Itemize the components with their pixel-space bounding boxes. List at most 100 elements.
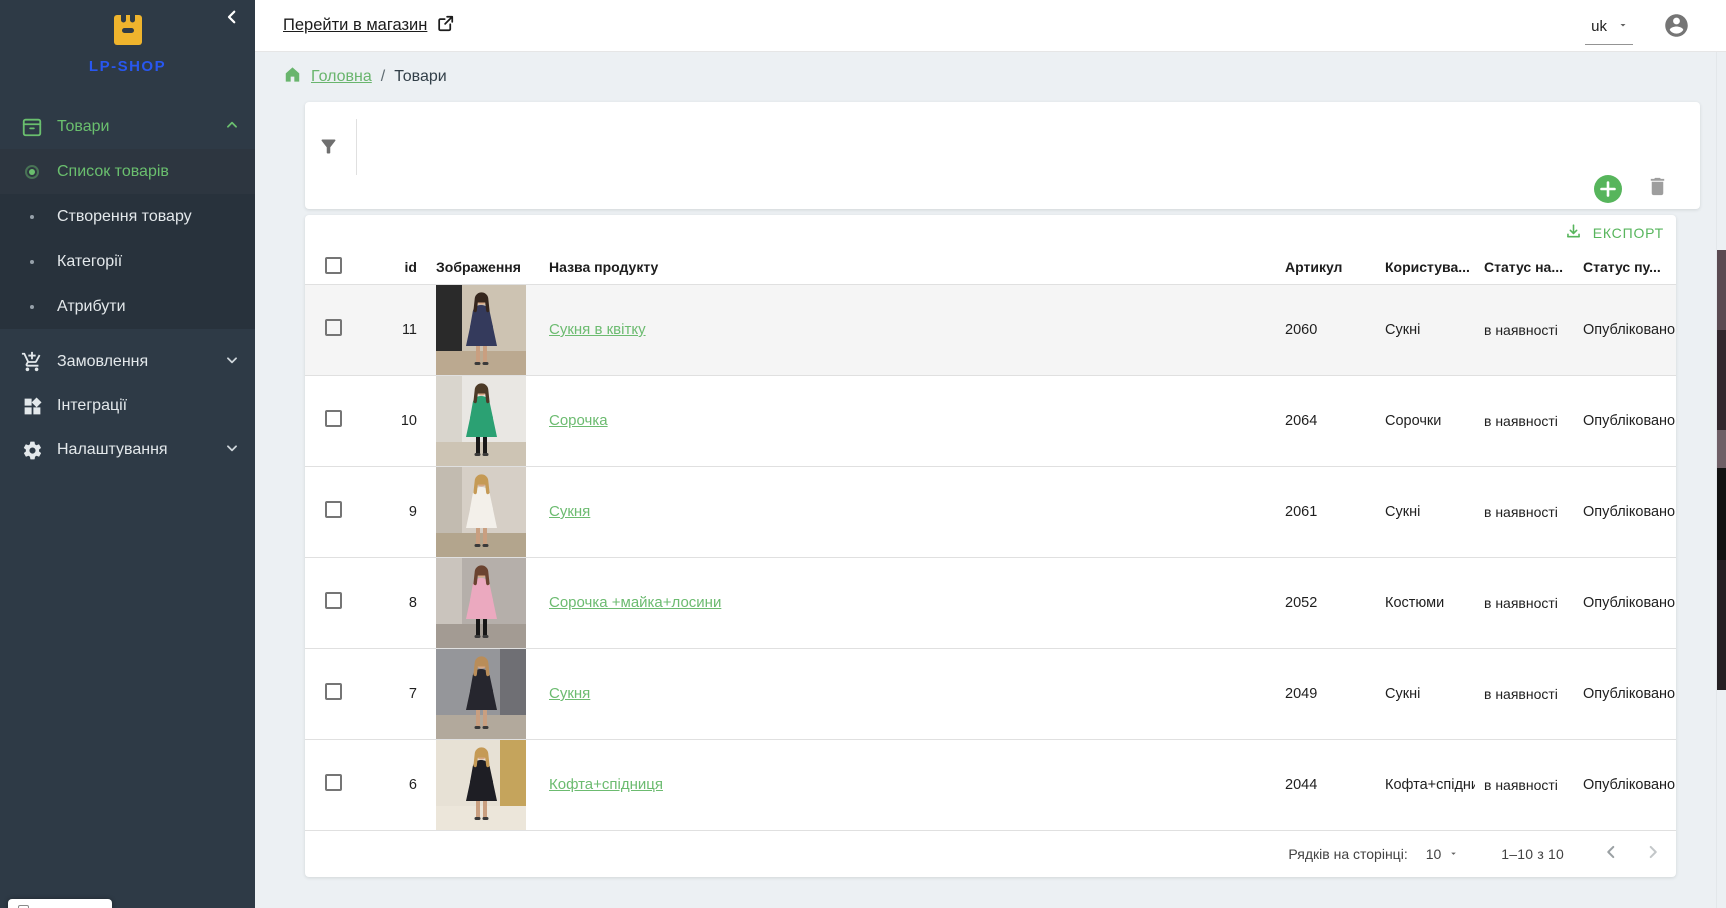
cell-publish-status: Опубліковано (1575, 557, 1676, 648)
product-link[interactable]: Сорочка +майка+лосини (549, 594, 721, 611)
caret-down-icon (1617, 18, 1629, 35)
cell-image (423, 466, 536, 557)
sidebar-item-product-list[interactable]: Список товарів (0, 149, 255, 194)
caret-down-icon (1448, 846, 1459, 862)
sidebar-item-integrations[interactable]: Інтеграції (0, 384, 255, 428)
cell-sku: 2049 (1276, 648, 1377, 739)
column-header-sku[interactable]: Артикул (1276, 251, 1377, 284)
filter-button[interactable] (318, 136, 339, 160)
row-checkbox[interactable] (325, 410, 342, 427)
cell-stock-status: в наявності (1475, 648, 1575, 739)
sidebar-item-attributes[interactable]: Атрибути (0, 284, 255, 329)
sidebar-item-products[interactable]: Товари (0, 105, 255, 149)
cell-category: Сорочки (1377, 375, 1475, 466)
cell-name: Сукня в квітку (536, 284, 1276, 375)
column-header-image[interactable]: Зображення (423, 251, 536, 284)
sidebar-item-settings[interactable]: Налаштування (0, 428, 255, 472)
sidebar-item-create-product[interactable]: Створення товару (0, 194, 255, 239)
product-link[interactable]: Кофта+спідниця (549, 776, 663, 793)
language-select[interactable]: uk (1585, 14, 1633, 45)
column-header-publish-status[interactable]: Статус пу... (1575, 251, 1676, 284)
product-link[interactable]: Сорочка (549, 412, 608, 429)
sidebar-item-label: Інтеграції (57, 397, 239, 415)
bullet-icon (20, 305, 44, 309)
delete-selected-button[interactable] (1646, 175, 1669, 201)
next-page-button[interactable] (1638, 837, 1668, 870)
product-thumbnail (436, 467, 526, 557)
row-checkbox[interactable] (325, 592, 342, 609)
download-icon (1564, 222, 1583, 244)
add-product-button[interactable] (1593, 174, 1623, 204)
export-button[interactable]: ЕКСПОРТ (1564, 222, 1664, 244)
right-edge-sliver (1716, 52, 1726, 908)
cell-sku: 2060 (1276, 284, 1377, 375)
products-submenu: Список товарів Створення товару Категорі… (0, 149, 255, 329)
row-checkbox-cell (305, 557, 353, 648)
cell-name: Сорочка (536, 375, 1276, 466)
products-table-card: ЕКСПОРТ id Зображення Назва продукту (305, 215, 1676, 877)
pagination-range: 1–10 з 10 (1501, 846, 1564, 862)
cell-publish-status: Опубліковано (1575, 466, 1676, 557)
language-value: uk (1591, 18, 1607, 35)
cell-category: Кофта+спідниц (1377, 739, 1475, 830)
cell-sku: 2064 (1276, 375, 1377, 466)
divider (356, 119, 357, 175)
cell-publish-status: Опубліковано (1575, 648, 1676, 739)
active-bullet-icon (20, 165, 44, 179)
row-checkbox[interactable] (325, 319, 342, 336)
account-avatar-icon[interactable] (1663, 12, 1690, 39)
row-checkbox[interactable] (325, 774, 342, 791)
logo-text: LP-SHOP (0, 58, 255, 75)
chevron-left-icon (1600, 841, 1622, 866)
breadcrumb-home-link[interactable]: Головна (311, 68, 372, 86)
cell-image (423, 739, 536, 830)
row-checkbox[interactable] (325, 683, 342, 700)
column-header-category[interactable]: Користува... (1377, 251, 1475, 284)
sidebar-item-label: Товари (57, 118, 225, 136)
table-row[interactable]: 11 Сукня в квітку2060Сукнів наявностіОпу… (305, 284, 1676, 375)
cell-id: 6 (353, 739, 423, 830)
product-link[interactable]: Сукня (549, 685, 590, 702)
export-row: ЕКСПОРТ (305, 215, 1676, 251)
product-link[interactable]: Сукня (549, 503, 590, 520)
row-checkbox-cell (305, 648, 353, 739)
column-header-stock-status[interactable]: Статус на... (1475, 251, 1575, 284)
table-row[interactable]: 9 Сукня2061Сукнів наявностіОпубліковано (305, 466, 1676, 557)
app-root: LP-SHOP Товари Список товарів (0, 0, 1726, 908)
sidebar-subitem-label: Атрибути (57, 298, 126, 316)
sidebar-item-label: Замовлення (57, 353, 225, 371)
sidebar-item-categories[interactable]: Категорії (0, 239, 255, 284)
select-all-checkbox[interactable] (325, 257, 342, 274)
cell-publish-status: Опубліковано (1575, 375, 1676, 466)
trash-icon (1646, 186, 1669, 201)
table-row[interactable]: 10 Сорочка2064Сорочкив наявностіОпубліко… (305, 375, 1676, 466)
column-header-id[interactable]: id (353, 251, 423, 284)
product-link[interactable]: Сукня в квітку (549, 321, 646, 338)
cell-image (423, 375, 536, 466)
cell-category: Костюми (1377, 557, 1475, 648)
row-checkbox[interactable] (325, 501, 342, 518)
store-link[interactable]: Перейти в магазин (283, 14, 455, 38)
row-checkbox-cell (305, 284, 353, 375)
shopping-bag-logo-icon (109, 37, 147, 54)
export-label: ЕКСПОРТ (1593, 225, 1664, 241)
cell-id: 11 (353, 284, 423, 375)
product-thumbnail (436, 649, 526, 739)
column-header-name[interactable]: Назва продукту (536, 251, 1276, 284)
table-row[interactable]: 8 Сорочка +майка+лосини2052Костюмив наяв… (305, 557, 1676, 648)
table-row[interactable]: 7 Сукня2049Сукнів наявностіОпубліковано (305, 648, 1676, 739)
cell-category: Сукні (1377, 284, 1475, 375)
table-row[interactable]: 6 Кофта+спідниця2044Кофта+спідницв наявн… (305, 739, 1676, 830)
sidebar-subitem-label: Категорії (57, 253, 122, 271)
sidebar-nav: Товари Список товарів Створення товару К… (0, 105, 255, 472)
sidebar-item-orders[interactable]: Замовлення (0, 340, 255, 384)
cell-id: 9 (353, 466, 423, 557)
logo[interactable]: LP-SHOP (0, 0, 255, 75)
row-checkbox-cell (305, 375, 353, 466)
cell-sku: 2061 (1276, 466, 1377, 557)
sidebar-collapse-button[interactable] (223, 8, 241, 29)
rows-per-page-select[interactable]: 10 (1426, 846, 1460, 862)
cell-stock-status: в наявності (1475, 284, 1575, 375)
prev-page-button[interactable] (1596, 837, 1626, 870)
bottom-left-popup (8, 899, 112, 908)
